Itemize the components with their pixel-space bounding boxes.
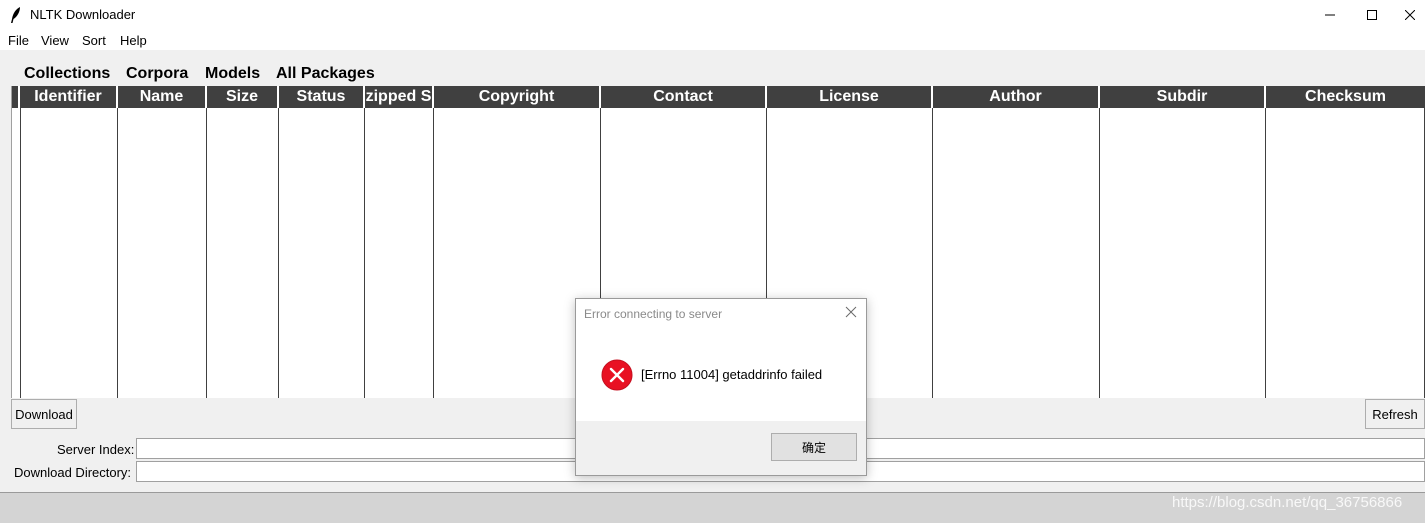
- column-header-name[interactable]: Name: [118, 86, 207, 108]
- window-title: NLTK Downloader: [30, 7, 136, 22]
- column-divider: [1265, 108, 1266, 398]
- column-header-copyright[interactable]: Copyright: [434, 86, 601, 108]
- column-header-size[interactable]: Size: [207, 86, 279, 108]
- column-divider: [932, 108, 933, 398]
- column-divider: [278, 108, 279, 398]
- error-icon: [601, 359, 633, 391]
- package-tabs: Collections Corpora Models All Packages: [0, 50, 1425, 86]
- dialog-message: [Errno 11004] getaddrinfo failed: [641, 367, 823, 382]
- column-divider: [20, 108, 21, 398]
- column-header-license[interactable]: License: [767, 86, 933, 108]
- dialog-footer: 确定: [576, 421, 866, 475]
- column-divider: [117, 108, 118, 398]
- server-index-label: Server Index:: [57, 442, 135, 457]
- column-divider: [206, 108, 207, 398]
- table-left-border: [11, 86, 12, 398]
- menu-bar: File View Sort Help: [0, 30, 1425, 50]
- tab-models[interactable]: Models: [205, 65, 260, 83]
- minimize-button[interactable]: [1307, 0, 1353, 30]
- header-spacer: [11, 86, 20, 108]
- ok-button[interactable]: 确定: [771, 433, 857, 461]
- maximize-icon: [1367, 10, 1377, 20]
- maximize-button[interactable]: [1349, 0, 1395, 30]
- minimize-icon: [1325, 14, 1335, 16]
- feather-icon: [11, 7, 20, 23]
- column-divider: [1099, 108, 1100, 398]
- tab-all-packages[interactable]: All Packages: [276, 65, 375, 83]
- column-divider: [433, 108, 434, 398]
- dialog-title: Error connecting to server: [584, 307, 723, 321]
- download-directory-label: Download Directory:: [14, 465, 132, 480]
- close-icon[interactable]: [844, 305, 858, 319]
- column-header-checksum[interactable]: Checksum: [1266, 86, 1425, 108]
- download-button[interactable]: Download: [11, 399, 77, 429]
- tab-collections[interactable]: Collections: [24, 65, 110, 83]
- close-icon: [1405, 10, 1415, 20]
- menu-sort[interactable]: Sort: [82, 33, 106, 48]
- tab-corpora[interactable]: Corpora: [126, 65, 188, 83]
- close-button[interactable]: [1395, 0, 1425, 30]
- column-header-contact[interactable]: Contact: [601, 86, 767, 108]
- error-dialog: Error connecting to server [Errno 11004]…: [575, 298, 867, 476]
- column-header-status[interactable]: Status: [279, 86, 365, 108]
- column-divider: [364, 108, 365, 398]
- column-header-zipped-size[interactable]: zipped S: [365, 86, 434, 108]
- column-header-author[interactable]: Author: [933, 86, 1100, 108]
- table-header: Identifier Name Size Status zipped S Cop…: [11, 86, 1425, 108]
- refresh-button[interactable]: Refresh: [1365, 399, 1425, 429]
- column-header-subdir[interactable]: Subdir: [1100, 86, 1266, 108]
- column-header-identifier[interactable]: Identifier: [20, 86, 118, 108]
- watermark-text: https://blog.csdn.net/qq_36756866: [1172, 494, 1403, 511]
- menu-file[interactable]: File: [8, 33, 29, 48]
- title-bar: NLTK Downloader: [0, 0, 1425, 30]
- menu-help[interactable]: Help: [120, 33, 147, 48]
- menu-view[interactable]: View: [41, 33, 69, 48]
